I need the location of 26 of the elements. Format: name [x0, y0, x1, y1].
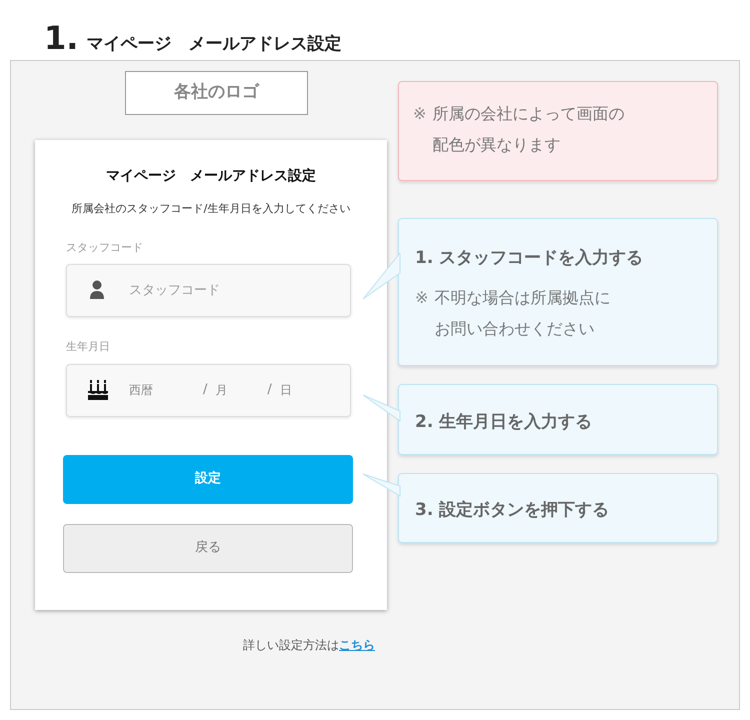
- heading-number: 1.: [44, 18, 78, 59]
- instruction-text: 所属会社のスタッフコード/生年月日を入力してください: [70, 201, 352, 217]
- back-button[interactable]: 戻る: [63, 524, 353, 572]
- submit-button[interactable]: 設定: [63, 454, 353, 504]
- person-icon: [90, 280, 104, 300]
- help-text: 詳しい設定方法は: [243, 638, 339, 652]
- note-text: 所属の会社によって画面の 配色が異なります: [432, 103, 624, 156]
- date-part-field[interactable]: 月: [215, 381, 228, 399]
- step-title: 2. 生年月日を入力する: [415, 410, 594, 434]
- cake-icon: [87, 379, 109, 401]
- step-title: 1. スタッフコードを入力する: [415, 247, 644, 270]
- date-part-field[interactable]: 日: [280, 381, 292, 399]
- date-part-field[interactable]: 西暦: [129, 381, 153, 399]
- input-field[interactable]: スタッフコード: [66, 264, 351, 317]
- logo-placeholder-text: 各社のロゴ: [174, 81, 259, 104]
- field-label: スタッフコード: [66, 240, 144, 256]
- help-link[interactable]: こちら: [339, 638, 375, 652]
- separator-text: /: [267, 381, 272, 400]
- field-label: 生年月日: [66, 339, 111, 355]
- separator-text: /: [203, 381, 208, 400]
- note-text: 不明な場合は所属拠点に お問い合わせください: [434, 286, 610, 340]
- page-heading: マイページ メールアドレス設定: [86, 33, 342, 56]
- note-mark: ※: [413, 103, 426, 125]
- form-title: マイページ メールアドレス設定: [105, 166, 317, 186]
- step-title: 3. 設定ボタンを押下する: [415, 499, 610, 522]
- note-mark: ※: [415, 286, 428, 309]
